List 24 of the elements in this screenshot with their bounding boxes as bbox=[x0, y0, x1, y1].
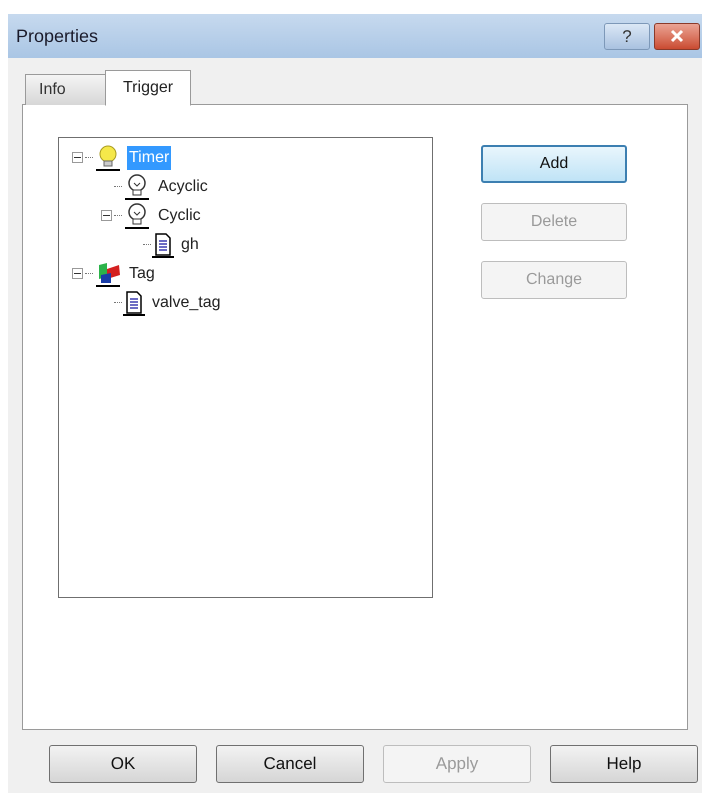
lightbulb-icon bbox=[122, 172, 152, 202]
tree-view[interactable]: Timer Acyclic Cyclic gh Tag valve_tag bbox=[58, 137, 433, 598]
dialog-button[interactable]: OK bbox=[49, 745, 197, 783]
tree-item[interactable]: Tag bbox=[127, 262, 157, 286]
close-icon bbox=[669, 29, 685, 43]
document-icon bbox=[151, 230, 175, 258]
tree-item[interactable]: Acyclic bbox=[156, 174, 210, 198]
tree-item[interactable]: Cyclic bbox=[156, 204, 203, 228]
close-button[interactable] bbox=[654, 22, 700, 50]
tree-item[interactable]: valve_tag bbox=[150, 290, 222, 314]
tab[interactable]: Info bbox=[25, 74, 107, 105]
lightbulb-icon bbox=[93, 142, 123, 172]
tree-item[interactable]: gh bbox=[179, 232, 201, 256]
dialog-button[interactable]: Cancel bbox=[216, 745, 364, 783]
tab[interactable]: Trigger bbox=[105, 70, 192, 106]
collapse-toggle[interactable] bbox=[101, 210, 112, 221]
window-title: Properties bbox=[16, 24, 100, 48]
help-button[interactable]: ? bbox=[604, 22, 650, 50]
action-button[interactable]: Add bbox=[481, 145, 627, 183]
collapse-toggle[interactable] bbox=[72, 268, 83, 279]
lightbulb-icon bbox=[122, 200, 152, 230]
collapse-toggle[interactable] bbox=[72, 152, 83, 163]
document-icon bbox=[122, 288, 146, 316]
dialog-button[interactable]: Help bbox=[550, 745, 698, 783]
